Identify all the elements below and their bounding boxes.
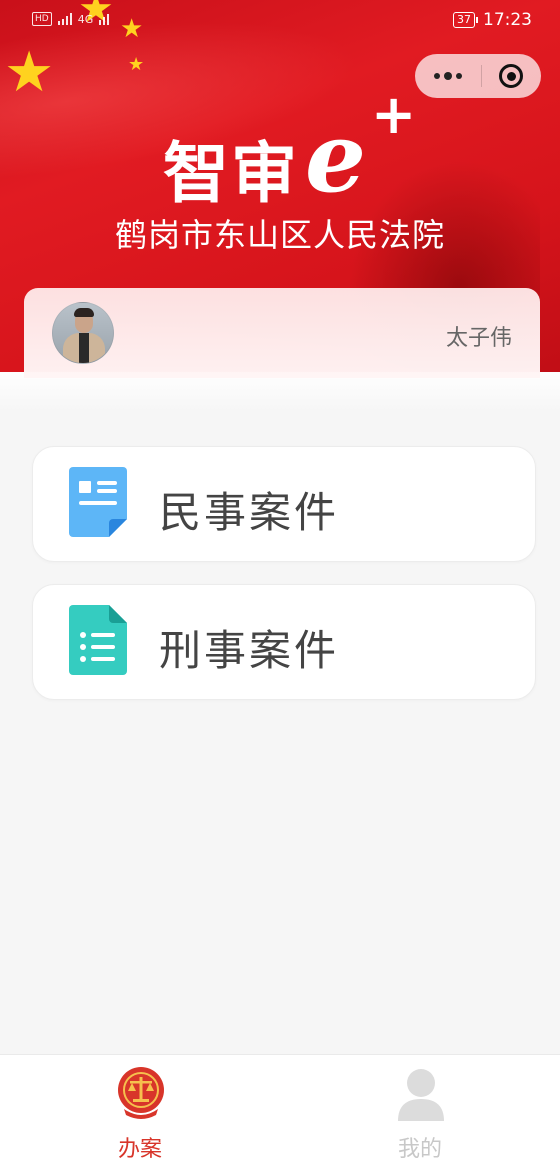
status-bar: HD 4G 37 17:23 bbox=[0, 0, 560, 42]
logo-text: 智审 bbox=[163, 135, 299, 212]
civil-case-card[interactable]: 民事案件 bbox=[32, 446, 536, 562]
target-close-icon[interactable] bbox=[482, 54, 540, 98]
list-document-icon bbox=[69, 605, 127, 675]
signal-icon bbox=[57, 13, 72, 25]
app-logo: 智审 e + bbox=[163, 88, 423, 214]
tab-mine-label: 我的 bbox=[397, 1137, 442, 1162]
bottom-tab-bar: 办案 我的 bbox=[0, 1054, 560, 1164]
logo-e: e bbox=[305, 101, 367, 214]
logo-plus: + bbox=[371, 83, 417, 146]
clock: 17:23 bbox=[483, 10, 532, 30]
more-dots-icon[interactable] bbox=[415, 54, 481, 98]
document-icon bbox=[69, 467, 127, 537]
avatar[interactable] bbox=[52, 302, 114, 364]
star-icon: ★ bbox=[4, 40, 55, 105]
battery-icon: 37 bbox=[453, 12, 478, 28]
star-icon: ★ bbox=[128, 54, 145, 75]
network-type: 4G bbox=[77, 12, 94, 26]
tab-case-label: 办案 bbox=[117, 1137, 162, 1162]
person-icon bbox=[398, 1069, 444, 1121]
wifi-icon bbox=[99, 13, 110, 25]
tab-mine[interactable]: 我的 bbox=[280, 1055, 560, 1164]
card-fade bbox=[0, 372, 560, 412]
civil-case-label: 民事案件 bbox=[159, 488, 340, 537]
criminal-case-label: 刑事案件 bbox=[159, 626, 340, 675]
hd-badge: HD bbox=[32, 12, 52, 26]
user-card: 太子伟 bbox=[24, 288, 540, 378]
court-name: 鹤岗市东山区人民法院 bbox=[114, 216, 445, 254]
user-name: 太子伟 bbox=[445, 326, 512, 351]
tab-case[interactable]: 办案 bbox=[0, 1055, 280, 1164]
criminal-case-card[interactable]: 刑事案件 bbox=[32, 584, 536, 700]
court-emblem-icon bbox=[118, 1067, 164, 1119]
capsule-menu bbox=[415, 54, 541, 98]
